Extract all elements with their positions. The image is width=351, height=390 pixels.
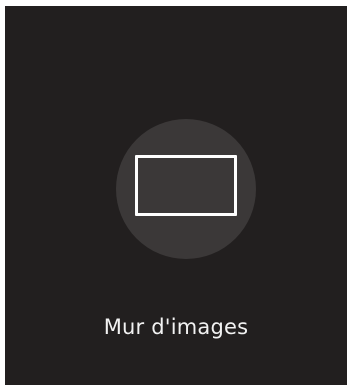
menu-item-label: Mur d'images	[103, 315, 249, 339]
video-wall-icon	[135, 155, 237, 216]
icon-circle-background	[116, 119, 256, 259]
panel-background: Mur d'images	[5, 6, 347, 385]
video-wall-menu-item[interactable]: Mur d'images	[5, 6, 347, 385]
